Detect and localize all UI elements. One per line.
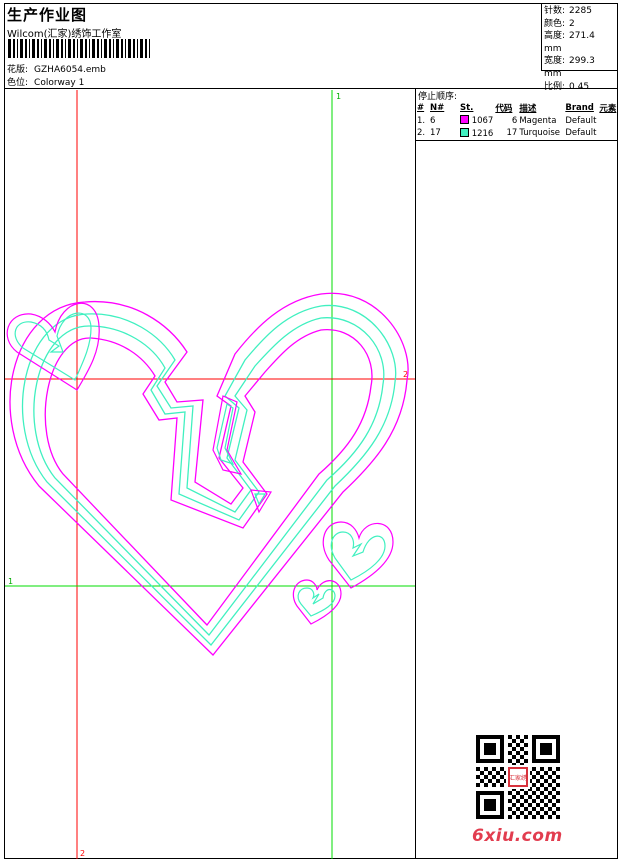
guide-label-v2: 2 — [80, 849, 85, 858]
col-stitches: St. — [460, 102, 474, 113]
design-stats: 针数: 2285 颜色: 2 高度: 271.4 mm 宽度: 299.3 mm 比例:… — [541, 4, 617, 92]
col-desc: 描述 — [519, 103, 537, 114]
small-broken-heart-bottom — [292, 579, 342, 625]
col-code: 代码 — [495, 103, 513, 114]
col-brand: Brand — [565, 102, 594, 113]
guide-label-v1: 1 — [336, 92, 341, 101]
seal-text: 汇家绣 — [509, 774, 527, 782]
color-swatch-turquoise — [460, 127, 469, 137]
studio-name: Wilcom(汇家)绣饰工作室 — [7, 29, 122, 40]
col-needle: N# — [430, 102, 445, 113]
page-title: 生产作业图 — [7, 6, 88, 24]
design-file-line: 花版: GZHA6054.emb — [7, 62, 106, 75]
table-row: 2. 17 1216 17 Turquoise Default — [416, 127, 618, 141]
stat-height: 高度: 271.4 mm — [544, 31, 595, 54]
stat-colors: 颜色: 2 — [544, 18, 575, 29]
guide-label-h1: 1 — [8, 577, 13, 586]
qr-code: 汇家绣 — [476, 735, 560, 819]
color-swatch-magenta — [460, 115, 469, 124]
colorway-line: 色位: Colorway 1 — [7, 75, 84, 88]
stat-stitches: 针数: 2285 — [544, 6, 592, 16]
small-broken-heart-top-left — [6, 302, 100, 391]
production-sheet: 生产作业图 Wilcom(汇家)绣饰工作室 花版: GZHA6054.emb 色位… — [4, 3, 618, 859]
stat-width: 宽度: 299.3 mm — [544, 56, 595, 79]
sheet-header: 生产作业图 Wilcom(汇家)绣饰工作室 花版: GZHA6054.emb 色位… — [5, 4, 617, 92]
site-logo: 6xiu.com — [472, 826, 563, 846]
design-label: 花版: — [7, 65, 29, 75]
col-index: # — [417, 102, 425, 113]
small-broken-heart-right — [322, 521, 394, 589]
design-canvas: 1 2 1 2 — [5, 90, 415, 859]
stop-sequence-table: # N# St. 代码 描述 Brand 元素 1. 6 1067 6 Mage… — [416, 101, 618, 141]
table-row: 1. 6 1067 6 Magenta Default — [417, 115, 597, 126]
barcode — [8, 39, 150, 58]
table-header-row: # N# St. 代码 描述 Brand 元素 — [416, 101, 618, 114]
design-file-name: GZHA6054.emb — [34, 65, 106, 75]
broken-heart-main — [9, 292, 409, 656]
col-element: 元素 — [599, 103, 617, 114]
colorway-label: 色位: — [7, 78, 29, 88]
colorway-name: Colorway 1 — [34, 78, 85, 88]
